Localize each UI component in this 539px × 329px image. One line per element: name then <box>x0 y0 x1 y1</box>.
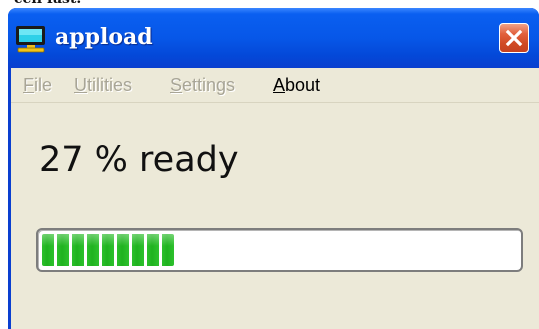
menu-bar: File Utilities Settings About <box>11 68 539 103</box>
menu-mnemonic: U <box>74 75 87 95</box>
menu-label-rest: ile <box>34 75 53 95</box>
progress-fill <box>42 234 174 266</box>
menu-item-about[interactable]: About <box>273 74 320 96</box>
window-title: appload <box>55 24 153 50</box>
menu-label-rest: ettings <box>182 75 236 95</box>
menu-item-file[interactable]: File <box>23 74 52 96</box>
menu-mnemonic: S <box>170 75 183 95</box>
menu-item-utilities[interactable]: Utilities <box>74 74 132 96</box>
menu-label-rest: bout <box>285 75 321 95</box>
close-button[interactable] <box>499 23 529 53</box>
progress-bar <box>36 228 523 272</box>
status-text: 27 % ready <box>39 140 239 180</box>
menu-mnemonic: F <box>23 75 34 95</box>
page-top-text: cell fast. <box>14 0 81 7</box>
close-icon <box>505 29 523 47</box>
window-client-area: File Utilities Settings About 27 % ready <box>11 68 539 329</box>
menu-label-rest: tilities <box>87 75 133 95</box>
app-window: appload File Utilities Settings About 27… <box>8 8 539 329</box>
menu-mnemonic: A <box>273 75 286 95</box>
menu-item-settings[interactable]: Settings <box>170 74 235 96</box>
title-bar[interactable]: appload <box>8 8 539 68</box>
monitor-icon <box>15 25 47 53</box>
